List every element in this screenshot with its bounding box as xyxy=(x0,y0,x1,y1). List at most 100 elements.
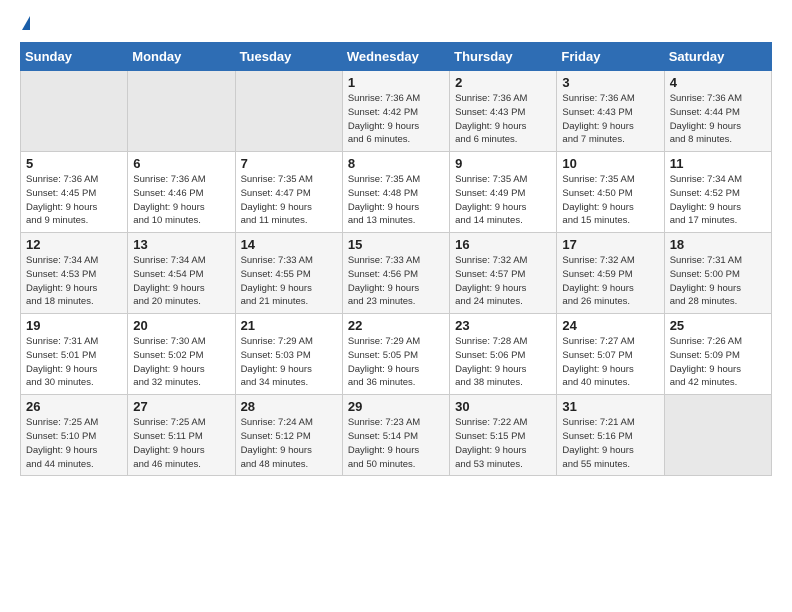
cell-line: Daylight: 9 hours xyxy=(455,283,526,294)
calendar-cell: 12Sunrise: 7:34 AMSunset: 4:53 PMDayligh… xyxy=(21,233,128,314)
cell-data: Sunrise: 7:24 AMSunset: 5:12 PMDaylight:… xyxy=(241,416,337,471)
day-number: 30 xyxy=(455,399,551,414)
cell-line: Sunrise: 7:36 AM xyxy=(133,174,205,185)
cell-line: Daylight: 9 hours xyxy=(133,202,204,213)
cell-line: Sunset: 4:43 PM xyxy=(562,107,632,118)
cell-line: Sunrise: 7:35 AM xyxy=(348,174,420,185)
day-number: 14 xyxy=(241,237,337,252)
cell-line: Daylight: 9 hours xyxy=(670,283,741,294)
cell-line: Sunrise: 7:27 AM xyxy=(562,336,634,347)
cell-line: and 44 minutes. xyxy=(26,459,94,470)
cell-line: and 24 minutes. xyxy=(455,296,523,307)
cell-line: Sunset: 4:50 PM xyxy=(562,188,632,199)
cell-line: Daylight: 9 hours xyxy=(455,202,526,213)
cell-line: and 11 minutes. xyxy=(241,215,308,226)
cell-line: Daylight: 9 hours xyxy=(455,364,526,375)
day-number: 7 xyxy=(241,156,337,171)
cell-line: Sunset: 5:12 PM xyxy=(241,431,311,442)
calendar-header-friday: Friday xyxy=(557,43,664,71)
cell-line: Daylight: 9 hours xyxy=(241,445,312,456)
calendar-cell: 25Sunrise: 7:26 AMSunset: 5:09 PMDayligh… xyxy=(664,314,771,395)
day-number: 29 xyxy=(348,399,444,414)
day-number: 19 xyxy=(26,318,122,333)
day-number: 15 xyxy=(348,237,444,252)
cell-line: Sunrise: 7:35 AM xyxy=(241,174,313,185)
cell-data: Sunrise: 7:28 AMSunset: 5:06 PMDaylight:… xyxy=(455,335,551,390)
cell-line: Sunset: 4:52 PM xyxy=(670,188,740,199)
day-number: 22 xyxy=(348,318,444,333)
cell-data: Sunrise: 7:32 AM Sunset: 4:57 PM Daylight:… xyxy=(455,254,551,309)
calendar-cell: 20Sunrise: 7:30 AMSunset: 5:02 PMDayligh… xyxy=(128,314,235,395)
cell-line: Daylight: 9 hours xyxy=(26,364,97,375)
cell-line: Sunrise: 7:33 AM xyxy=(241,255,313,266)
cell-line: Sunset: 4:49 PM xyxy=(455,188,525,199)
cell-line: and 14 minutes. xyxy=(455,215,523,226)
cell-data: Sunrise: 7:31 AMSunset: 5:00 PMDaylight:… xyxy=(670,254,766,309)
calendar-header-monday: Monday xyxy=(128,43,235,71)
day-number: 3 xyxy=(562,75,658,90)
cell-line: Sunrise: 7:32 AM xyxy=(455,255,527,266)
cell-data: Sunrise: 7:36 AMSunset: 4:42 PMDaylight:… xyxy=(348,92,444,147)
day-number: 21 xyxy=(241,318,337,333)
cell-line: Sunset: 5:10 PM xyxy=(26,431,96,442)
calendar-header-thursday: Thursday xyxy=(450,43,557,71)
cell-line: Sunset: 5:01 PM xyxy=(26,350,96,361)
cell-data: Sunrise: 7:25 AMSunset: 5:11 PMDaylight:… xyxy=(133,416,229,471)
calendar-week-4: 19Sunrise: 7:31 AMSunset: 5:01 PMDayligh… xyxy=(21,314,772,395)
cell-line: Sunrise: 7:29 AM xyxy=(348,336,420,347)
cell-line: and 10 minutes. xyxy=(133,215,201,226)
calendar-cell: 19Sunrise: 7:31 AMSunset: 5:01 PMDayligh… xyxy=(21,314,128,395)
cell-line: Sunset: 4:55 PM xyxy=(241,269,311,280)
cell-data: Sunrise: 7:36 AMSunset: 4:45 PMDaylight:… xyxy=(26,173,122,228)
calendar-cell xyxy=(664,395,771,476)
cell-data: Sunrise: 7:22 AM Sunset: 5:15 PM Daylight:… xyxy=(455,416,551,471)
cell-line: Sunset: 4:57 PM xyxy=(455,269,525,280)
day-number: 2 xyxy=(455,75,551,90)
page: SundayMondayTuesdayWednesdayThursdayFrid… xyxy=(0,0,792,492)
cell-data: Sunrise: 7:35 AMSunset: 4:49 PMDaylight:… xyxy=(455,173,551,228)
cell-line: Daylight: 9 hours xyxy=(26,202,97,213)
cell-line: Daylight: 9 hours xyxy=(241,283,312,294)
cell-line: Daylight: 9 hours xyxy=(670,121,741,132)
cell-line: and 32 minutes. xyxy=(133,377,201,388)
day-number: 23 xyxy=(455,318,551,333)
calendar-cell: 16Sunrise: 7:32 AMSunset: 4:57 PMDayligh… xyxy=(450,233,557,314)
cell-line: Daylight: 9 hours xyxy=(133,445,204,456)
calendar-table: SundayMondayTuesdayWednesdayThursdayFrid… xyxy=(20,42,772,476)
cell-line: and 40 minutes. xyxy=(562,377,630,388)
cell-line: Daylight: 9 hours xyxy=(26,445,97,456)
cell-line: Daylight: 9 hours xyxy=(670,364,741,375)
calendar-cell: 15Sunrise: 7:33 AMSunset: 4:56 PMDayligh… xyxy=(342,233,449,314)
cell-line: Sunrise: 7:22 AM xyxy=(455,417,527,428)
cell-data: Sunrise: 7:36 AMSunset: 4:44 PMDaylight:… xyxy=(670,92,766,147)
cell-line: Sunrise: 7:25 AM xyxy=(26,417,98,428)
cell-line: Sunset: 5:16 PM xyxy=(562,431,632,442)
calendar-cell: 5Sunrise: 7:36 AMSunset: 4:45 PMDaylight… xyxy=(21,152,128,233)
day-number: 4 xyxy=(670,75,766,90)
day-number: 24 xyxy=(562,318,658,333)
cell-data: Sunrise: 7:29 AMSunset: 5:05 PMDaylight:… xyxy=(348,335,444,390)
day-number: 27 xyxy=(133,399,229,414)
cell-line: and 18 minutes. xyxy=(26,296,94,307)
cell-line: and 48 minutes. xyxy=(241,459,309,470)
cell-line: Sunset: 4:44 PM xyxy=(670,107,740,118)
calendar-cell: 11Sunrise: 7:34 AMSunset: 4:52 PMDayligh… xyxy=(664,152,771,233)
cell-line: Sunrise: 7:23 AM xyxy=(348,417,420,428)
cell-line: Sunset: 4:56 PM xyxy=(348,269,418,280)
calendar-cell: 4 Sunrise: 7:36 AMSunset: 4:44 PMDaylight… xyxy=(664,71,771,152)
calendar-cell: 10Sunrise: 7:35 AMSunset: 4:50 PMDayligh… xyxy=(557,152,664,233)
calendar-week-5: 26Sunrise: 7:25 AMSunset: 5:10 PMDayligh… xyxy=(21,395,772,476)
cell-line: Daylight: 9 hours xyxy=(348,364,419,375)
cell-line: and 26 minutes. xyxy=(562,296,630,307)
day-number: 12 xyxy=(26,237,122,252)
cell-line: Daylight: 9 hours xyxy=(455,445,526,456)
cell-line: Sunset: 5:02 PM xyxy=(133,350,203,361)
cell-line: Sunset: 4:42 PM xyxy=(348,107,418,118)
cell-line: Sunset: 4:45 PM xyxy=(26,188,96,199)
cell-line: Sunset: 4:59 PM xyxy=(562,269,632,280)
calendar-cell xyxy=(128,71,235,152)
cell-line: Sunset: 5:15 PM xyxy=(455,431,525,442)
day-number: 11 xyxy=(670,156,766,171)
calendar-cell: 17Sunrise: 7:32 AMSunset: 4:59 PMDayligh… xyxy=(557,233,664,314)
calendar-cell: 9Sunrise: 7:35 AMSunset: 4:49 PMDaylight… xyxy=(450,152,557,233)
